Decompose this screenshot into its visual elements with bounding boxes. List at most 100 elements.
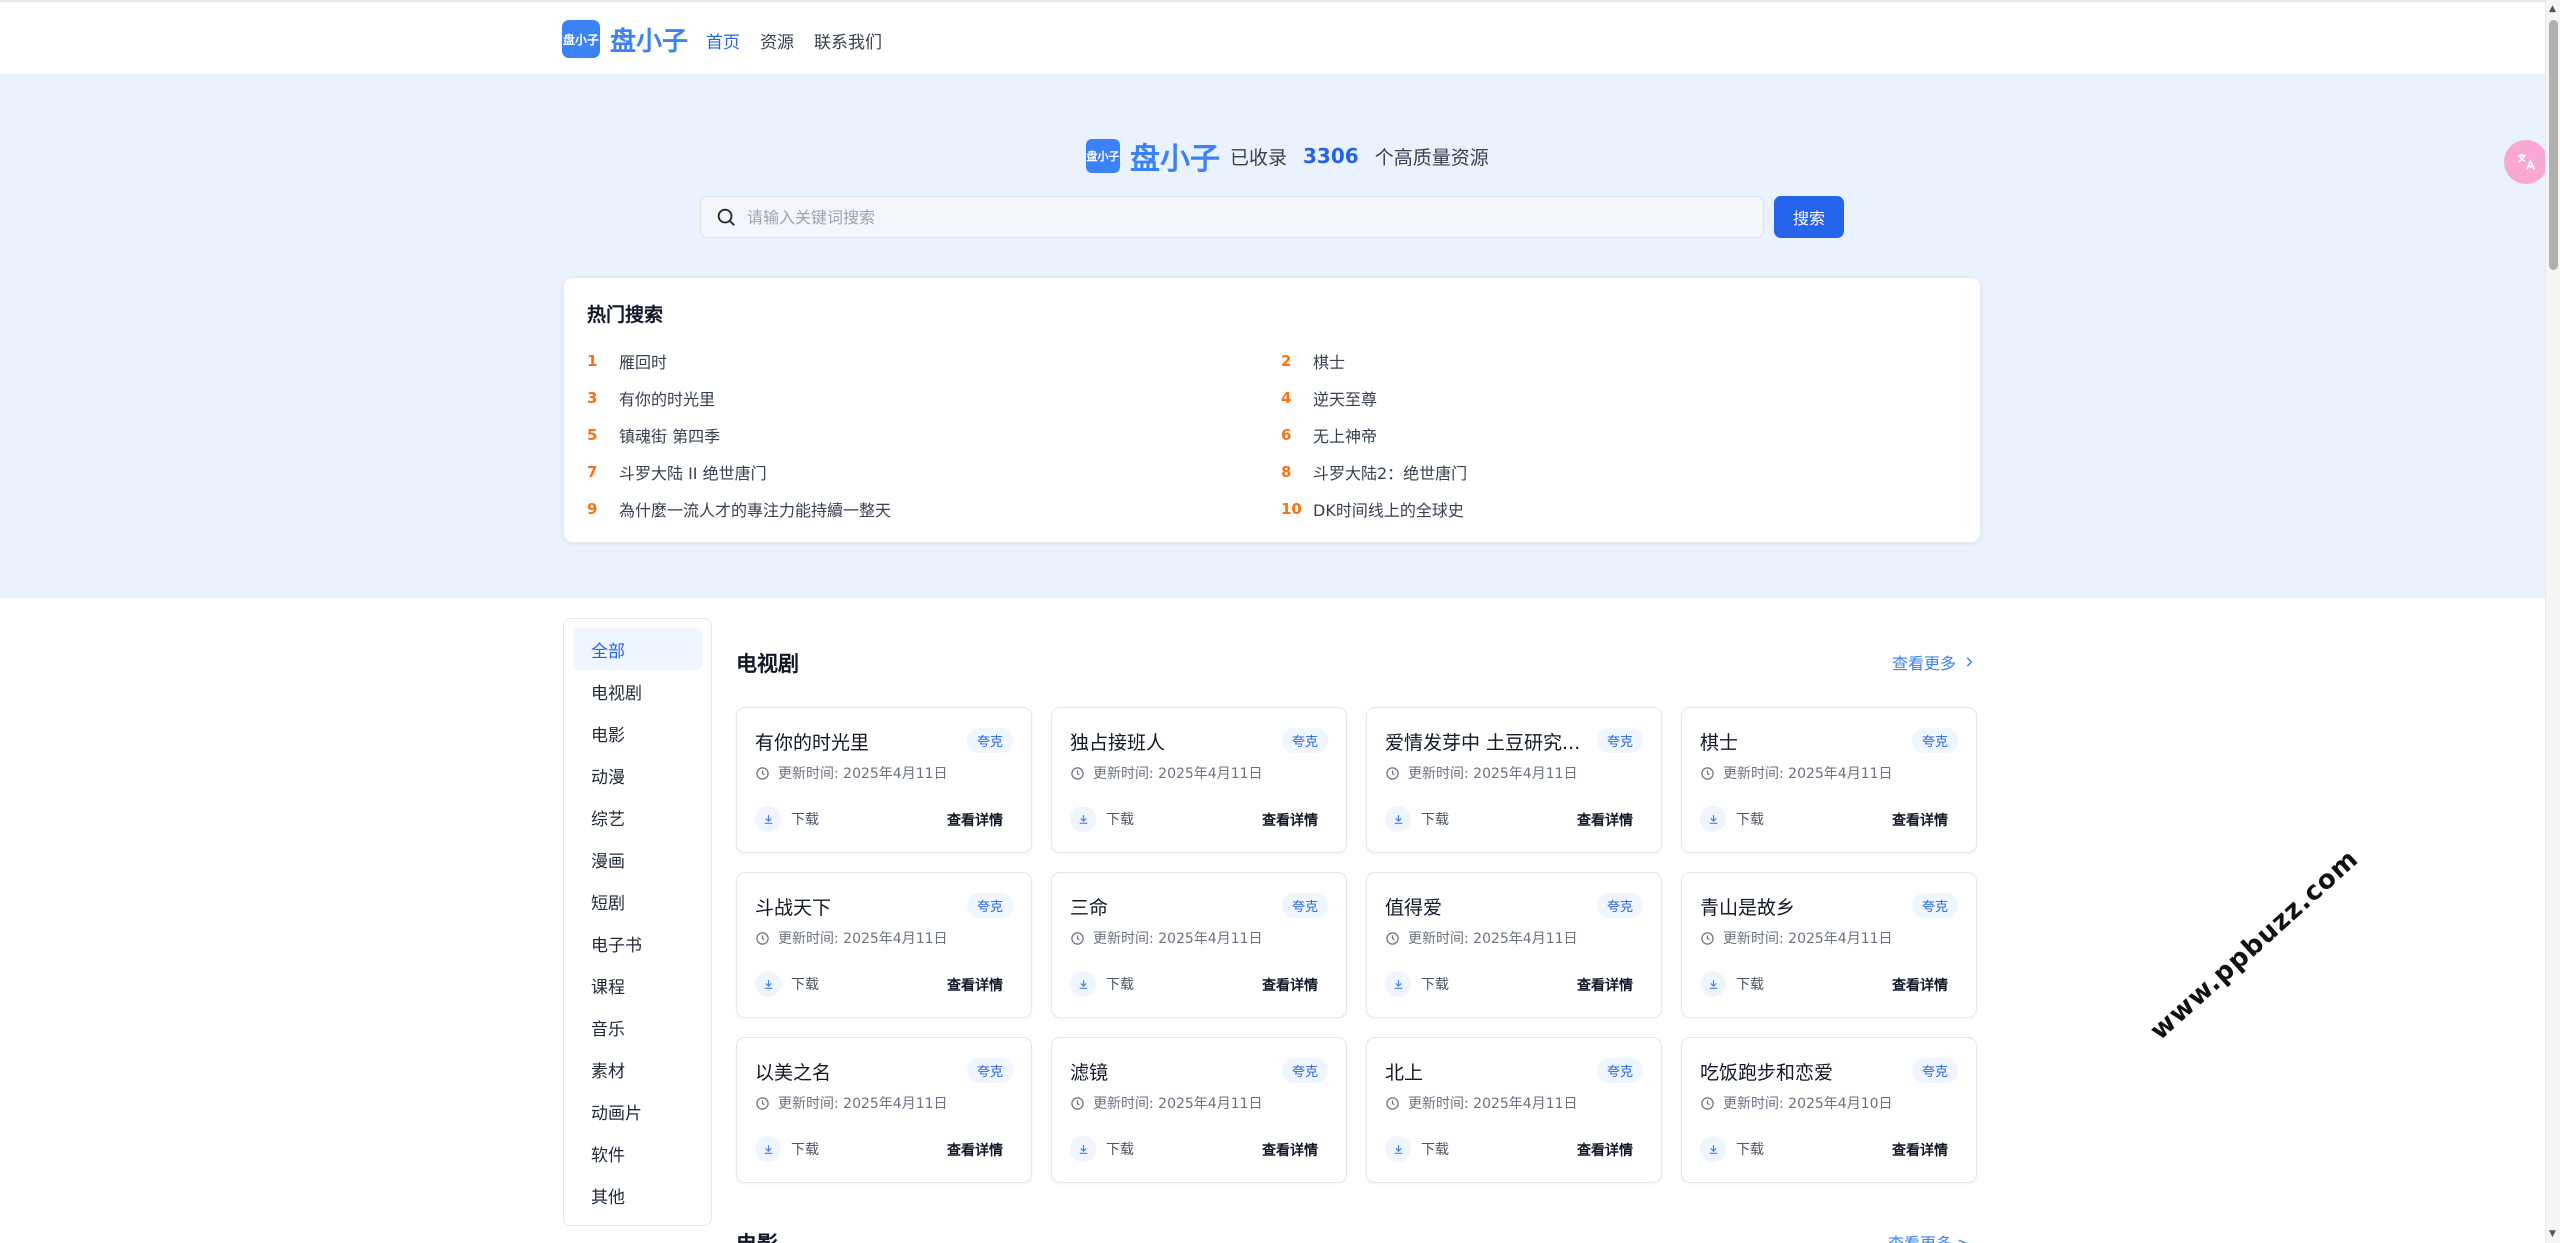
download-button[interactable]: 下载 bbox=[755, 971, 819, 997]
hot-search-card: 热门搜索 1 雁回时 2 棋士 3 有你的时光里 4 逆天至尊 5 镇魂街 第四季 6 无上… bbox=[563, 277, 1981, 543]
update-time: 更新时间: 2025年4月11日 bbox=[1070, 1093, 1263, 1113]
view-detail-button[interactable]: 查看详情 bbox=[1892, 975, 1948, 995]
translate-button[interactable] bbox=[2504, 140, 2548, 184]
resource-card[interactable]: 青山是故乡 夸克 更新时间: 2025年4月11日 下载 查看详情 bbox=[1681, 872, 1977, 1018]
resource-card[interactable]: 值得爱 夸克 更新时间: 2025年4月11日 下载 查看详情 bbox=[1366, 872, 1662, 1018]
download-icon-wrap bbox=[1700, 1136, 1726, 1162]
source-badge: 夸克 bbox=[1911, 728, 1958, 753]
category-music[interactable]: 音乐 bbox=[573, 1006, 702, 1048]
view-more-label: 查看更多 bbox=[1891, 654, 1956, 673]
download-button[interactable]: 下载 bbox=[1070, 971, 1134, 997]
card-title[interactable]: 有你的时光里 bbox=[755, 728, 955, 755]
card-title[interactable]: 以美之名 bbox=[755, 1058, 955, 1085]
resource-card[interactable]: 棋士 夸克 更新时间: 2025年4月11日 下载 查看详情 bbox=[1681, 707, 1977, 853]
download-icon bbox=[1394, 979, 1402, 989]
view-detail-button[interactable]: 查看详情 bbox=[1577, 1140, 1633, 1160]
download-icon bbox=[1079, 1144, 1087, 1154]
view-detail-button[interactable]: 查看详情 bbox=[1262, 975, 1318, 995]
download-button[interactable]: 下载 bbox=[1070, 806, 1134, 832]
download-button[interactable]: 下载 bbox=[755, 1136, 819, 1162]
category-software[interactable]: 软件 bbox=[573, 1132, 702, 1174]
resource-card[interactable]: 滤镜 夸克 更新时间: 2025年4月11日 下载 查看详情 bbox=[1051, 1037, 1347, 1183]
search-input[interactable] bbox=[747, 197, 1763, 237]
download-button[interactable]: 下载 bbox=[1700, 806, 1764, 832]
view-detail-button[interactable]: 查看详情 bbox=[1262, 1140, 1318, 1160]
category-course[interactable]: 课程 bbox=[573, 964, 702, 1006]
view-detail-button[interactable]: 查看详情 bbox=[1577, 975, 1633, 995]
resource-card[interactable]: 斗战天下 夸克 更新时间: 2025年4月11日 下载 查看详情 bbox=[736, 872, 1032, 1018]
card-title[interactable]: 爱情发芽中 土豆研究... bbox=[1385, 728, 1585, 755]
category-ebook[interactable]: 电子书 bbox=[573, 922, 702, 964]
view-detail-button[interactable]: 查看详情 bbox=[947, 810, 1003, 830]
hot-text: 无上神帝 bbox=[1313, 427, 1378, 446]
download-button[interactable]: 下载 bbox=[1385, 971, 1449, 997]
nav-home[interactable]: 首页 bbox=[706, 28, 740, 53]
resource-card[interactable]: 独占接班人 夸克 更新时间: 2025年4月11日 下载 查看详情 bbox=[1051, 707, 1347, 853]
scroll-down-arrow-icon[interactable]: ▼ bbox=[2549, 1229, 2556, 1239]
hot-search-item[interactable]: 1 雁回时 bbox=[587, 350, 1281, 372]
scrollbar-thumb[interactable] bbox=[2549, 20, 2558, 270]
resource-card[interactable]: 以美之名 夸克 更新时间: 2025年4月11日 下载 查看详情 bbox=[736, 1037, 1032, 1183]
resource-card[interactable]: 有你的时光里 夸克 更新时间: 2025年4月11日 下载 查看详情 bbox=[736, 707, 1032, 853]
hot-rank: 10 bbox=[1281, 500, 1302, 518]
page-scrollbar[interactable]: ▲ ▼ bbox=[2545, 0, 2560, 1243]
hot-search-item[interactable]: 3 有你的时光里 bbox=[587, 387, 1281, 409]
card-title[interactable]: 吃饭跑步和恋爱 bbox=[1700, 1058, 1900, 1085]
view-detail-button[interactable]: 查看详情 bbox=[1577, 810, 1633, 830]
update-time-text: 更新时间: 2025年4月11日 bbox=[1723, 766, 1893, 782]
view-more-link[interactable]: 查看更多 bbox=[1892, 650, 1976, 674]
download-button[interactable]: 下载 bbox=[1070, 1136, 1134, 1162]
category-material[interactable]: 素材 bbox=[573, 1048, 702, 1090]
download-button[interactable]: 下载 bbox=[1385, 806, 1449, 832]
hot-search-item[interactable]: 5 镇魂街 第四季 bbox=[587, 424, 1281, 446]
hot-search-item[interactable]: 7 斗罗大陆 II 绝世唐门 bbox=[587, 461, 1281, 483]
hot-search-item[interactable]: 4 逆天至尊 bbox=[1281, 387, 1975, 409]
category-all[interactable]: 全部 bbox=[573, 628, 702, 670]
card-title[interactable]: 值得爱 bbox=[1385, 893, 1585, 920]
hot-search-item[interactable]: 10 DK时间线上的全球史 bbox=[1281, 498, 1975, 520]
category-tv[interactable]: 电视剧 bbox=[573, 670, 702, 712]
category-comic[interactable]: 漫画 bbox=[573, 838, 702, 880]
card-title[interactable]: 北上 bbox=[1385, 1058, 1585, 1085]
card-title[interactable]: 滤镜 bbox=[1070, 1058, 1270, 1085]
resource-card[interactable]: 北上 夸克 更新时间: 2025年4月11日 下载 查看详情 bbox=[1366, 1037, 1662, 1183]
nav-contact[interactable]: 联系我们 bbox=[814, 28, 882, 53]
hot-search-item[interactable]: 6 无上神帝 bbox=[1281, 424, 1975, 446]
hot-search-item[interactable]: 2 棋士 bbox=[1281, 350, 1975, 372]
view-detail-button[interactable]: 查看详情 bbox=[1262, 810, 1318, 830]
brand-link[interactable]: 盘小子 盘小子 bbox=[562, 20, 688, 58]
download-button[interactable]: 下载 bbox=[1700, 1136, 1764, 1162]
watermark-text: www.ppbuzz.com bbox=[2144, 843, 2365, 1047]
download-button[interactable]: 下载 bbox=[1385, 1136, 1449, 1162]
view-detail-button[interactable]: 查看详情 bbox=[1892, 810, 1948, 830]
search-button[interactable]: 搜索 bbox=[1774, 196, 1844, 238]
update-time-text: 更新时间: 2025年4月11日 bbox=[1408, 931, 1578, 947]
next-section-more[interactable]: 查看更多 > bbox=[1888, 1230, 1971, 1243]
view-detail-button[interactable]: 查看详情 bbox=[947, 1140, 1003, 1160]
download-button[interactable]: 下载 bbox=[1700, 971, 1764, 997]
download-icon bbox=[1709, 814, 1717, 824]
scroll-up-arrow-icon[interactable]: ▲ bbox=[2549, 4, 2556, 14]
category-other[interactable]: 其他 bbox=[573, 1174, 702, 1216]
card-title[interactable]: 独占接班人 bbox=[1070, 728, 1270, 755]
hot-search-item[interactable]: 9 為什麼一流人才的專注力能持續一整天 bbox=[587, 498, 1281, 520]
card-title[interactable]: 斗战天下 bbox=[755, 893, 955, 920]
download-icon-wrap bbox=[1385, 806, 1411, 832]
card-title[interactable]: 三命 bbox=[1070, 893, 1270, 920]
resource-card[interactable]: 吃饭跑步和恋爱 夸克 更新时间: 2025年4月10日 下载 查看详情 bbox=[1681, 1037, 1977, 1183]
nav-resources[interactable]: 资源 bbox=[760, 28, 794, 53]
category-movie[interactable]: 电影 bbox=[573, 712, 702, 754]
category-anime[interactable]: 动漫 bbox=[573, 754, 702, 796]
category-short-drama[interactable]: 短剧 bbox=[573, 880, 702, 922]
hot-search-item[interactable]: 8 斗罗大陆2：绝世唐门 bbox=[1281, 461, 1975, 483]
category-cartoon[interactable]: 动画片 bbox=[573, 1090, 702, 1132]
resource-card[interactable]: 三命 夸克 更新时间: 2025年4月11日 下载 查看详情 bbox=[1051, 872, 1347, 1018]
view-detail-button[interactable]: 查看详情 bbox=[947, 975, 1003, 995]
category-variety[interactable]: 综艺 bbox=[573, 796, 702, 838]
resource-card[interactable]: 爱情发芽中 土豆研究... 夸克 更新时间: 2025年4月11日 下载 查看详… bbox=[1366, 707, 1662, 853]
view-detail-button[interactable]: 查看详情 bbox=[1892, 1140, 1948, 1160]
card-title[interactable]: 棋士 bbox=[1700, 728, 1900, 755]
card-title[interactable]: 青山是故乡 bbox=[1700, 893, 1900, 920]
update-time-text: 更新时间: 2025年4月11日 bbox=[778, 931, 948, 947]
download-button[interactable]: 下载 bbox=[755, 806, 819, 832]
